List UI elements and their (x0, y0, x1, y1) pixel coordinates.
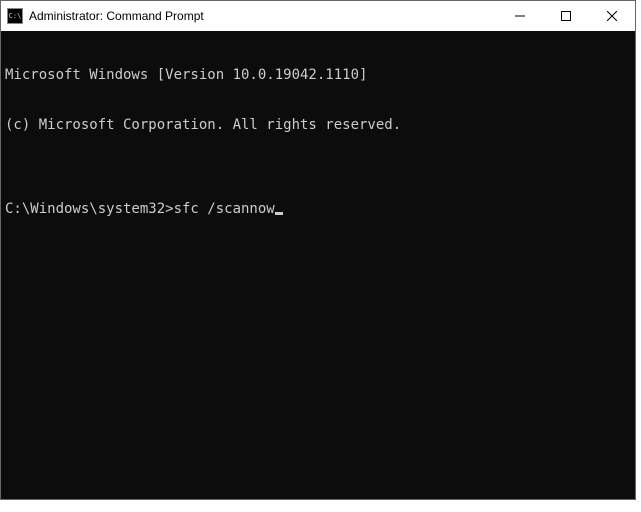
command-prompt-window: C:\ Administrator: Command Prompt Micros… (0, 0, 636, 500)
window-title: Administrator: Command Prompt (29, 9, 497, 23)
copyright-line: (c) Microsoft Corporation. All rights re… (5, 117, 631, 134)
close-button[interactable] (589, 1, 635, 31)
prompt-line: C:\Windows\system32>sfc /scannow (5, 201, 631, 218)
version-line: Microsoft Windows [Version 10.0.19042.11… (5, 67, 631, 84)
typed-command: sfc /scannow (174, 201, 275, 218)
terminal-area[interactable]: Microsoft Windows [Version 10.0.19042.11… (1, 31, 635, 499)
titlebar[interactable]: C:\ Administrator: Command Prompt (1, 1, 635, 31)
cursor-icon (275, 212, 283, 215)
cmd-icon: C:\ (7, 8, 23, 24)
maximize-button[interactable] (543, 1, 589, 31)
minimize-button[interactable] (497, 1, 543, 31)
window-controls (497, 1, 635, 31)
prompt-path: C:\Windows\system32> (5, 201, 174, 218)
